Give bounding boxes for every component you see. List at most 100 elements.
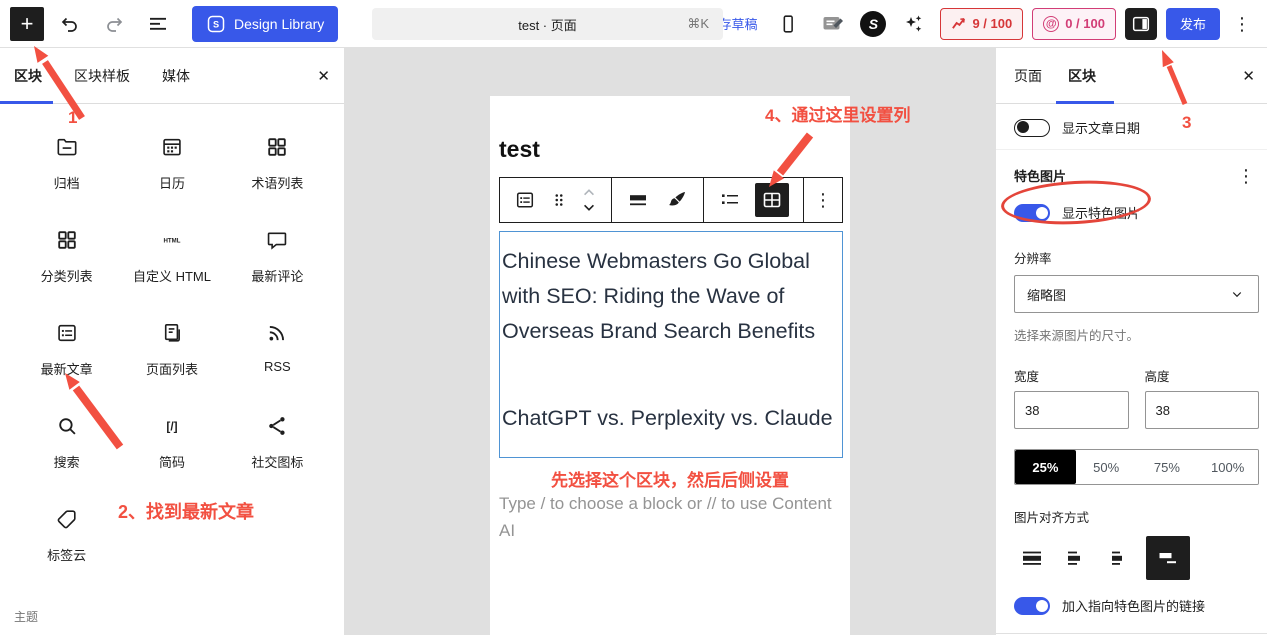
pages-icon [159,320,185,346]
block-item-calendar[interactable]: 日历 [119,130,224,223]
block-item-label: 标签云 [47,545,86,564]
block-toolbar: ⋮ [499,177,843,223]
content-ai-icon: @ [1043,16,1059,32]
block-library-grid: 归档 日历 术语列表 分类列表 HTML 自定义 HTML 最新评论 最新文章 … [0,104,344,595]
block-item-label: 页面列表 [146,359,198,378]
tab-patterns[interactable]: 区块样板 [74,66,130,86]
move-up-down-icons[interactable] [580,185,598,215]
block-item-label: 最新评论 [251,266,303,285]
latest-posts-block-icon[interactable] [513,188,537,212]
resolution-value: 缩略图 [1027,285,1066,304]
active-tab-underline [0,101,53,104]
width-input[interactable] [1014,391,1129,429]
block-item-label: 自定义 HTML [133,266,211,285]
svg-text:S: S [213,19,219,29]
annotation-select-tip: 先选择这个区块，然后后侧设置 [490,466,850,491]
block-item-search[interactable]: 搜索 [14,409,119,502]
align-right-icon[interactable] [1146,536,1190,580]
resolution-label: 分辨率 [1014,248,1259,267]
tab-blocks[interactable]: 区块 [14,66,42,86]
show-post-date-toggle[interactable] [1014,119,1050,137]
selected-latest-posts-block[interactable]: Chinese Webmasters Go Global with SEO: R… [499,231,843,458]
page-preview: test [490,96,850,635]
chevron-down-icon [1228,285,1246,303]
block-item-term-list[interactable]: 术语列表 [225,130,330,223]
block-item-custom-html[interactable]: HTML 自定义 HTML [119,223,224,316]
block-item-page-list[interactable]: 页面列表 [119,316,224,409]
close-settings-icon[interactable]: ✕ [1242,67,1255,85]
size-50-button[interactable]: 50% [1076,450,1137,484]
redo-icon[interactable] [96,6,132,42]
drag-handle-icon[interactable] [550,191,568,209]
command-k-shortcut: ⌘K [687,16,709,32]
editor-top-bar: + S Design Library test · 页面 ⌘K [0,0,1267,48]
undo-icon[interactable] [52,6,88,42]
editor-notes-icon[interactable] [815,6,851,42]
preview-device-icon[interactable] [770,6,806,42]
document-title: test · 页面 [372,15,723,34]
block-item-label: 简码 [159,452,185,471]
seo-score-badge[interactable]: 9 / 100 [940,8,1023,40]
block-item-tag-cloud[interactable]: 标签云 [14,502,119,595]
page-title[interactable]: test [499,136,850,163]
settings-sidebar: 页面 区块 ✕ 显示文章日期 特色图片 ⋮ 显示特色图片 分辨率 缩略图 选择来… [995,48,1267,635]
align-left-icon[interactable] [1058,540,1094,576]
align-center-icon[interactable] [1102,540,1138,576]
block-item-archives[interactable]: 归档 [14,130,119,223]
options-kebab-icon[interactable]: ⋮ [1229,15,1255,33]
block-item-rss[interactable]: RSS [225,316,330,409]
link-featured-image-toggle[interactable] [1014,597,1050,615]
toolbar-group-move [500,178,612,222]
tab-page[interactable]: 页面 [1014,66,1042,86]
block-appender-placeholder[interactable]: Type / to choose a block or // to use Co… [499,490,839,544]
grid-icon [54,227,80,253]
featured-image-kebab-icon[interactable]: ⋮ [1233,167,1259,185]
align-icon[interactable] [626,188,650,212]
block-item-shortcode[interactable]: [/] 简码 [119,409,224,502]
resolution-select[interactable]: 缩略图 [1014,275,1259,313]
size-25-button[interactable]: 25% [1015,450,1076,484]
calendar-icon [159,134,185,160]
resolution-help-text: 选择来源图片的尺寸。 [1014,325,1259,344]
tab-media[interactable]: 媒体 [162,66,190,86]
active-settings-tab-underline [1056,101,1114,104]
document-switcher[interactable]: test · 页面 ⌘K [372,8,723,40]
block-item-category-list[interactable]: 分类列表 [14,223,119,316]
styles-brush-icon[interactable] [665,188,689,212]
design-library-button[interactable]: S Design Library [192,6,338,42]
block-item-latest-comments[interactable]: 最新评论 [225,223,330,316]
block-item-latest-posts[interactable]: 最新文章 [14,316,119,409]
latest-posts-icon [54,320,80,346]
align-none-icon[interactable] [1014,540,1050,576]
block-item-label: 搜索 [54,452,80,471]
grid-layout-icon[interactable] [755,183,789,217]
show-post-date-label: 显示文章日期 [1062,118,1140,137]
theme-section-label: 主题 [14,608,38,625]
settings-panel-toggle-button[interactable] [1125,8,1157,40]
close-inserter-icon[interactable]: ✕ [317,67,330,85]
block-options-kebab-icon[interactable]: ⋮ [810,191,836,209]
size-100-button[interactable]: 100% [1197,450,1258,484]
show-featured-image-row: 显示特色图片 [1014,203,1259,222]
size-75-button[interactable]: 75% [1137,450,1198,484]
toolbar-group-more: ⋮ [804,178,842,222]
block-inserter-button[interactable]: + [10,7,44,41]
ai-sparkles-icon[interactable] [895,6,931,42]
block-item-label: 社交图标 [251,452,303,471]
show-post-date-row: 显示文章日期 [1014,118,1259,137]
featured-image-section-header: 特色图片 ⋮ [1014,166,1259,185]
block-inserter-panel: 区块 区块样板 媒体 ✕ 归档 日历 术语列表 分类列表 HTML 自定义 HT… [0,48,345,635]
link-featured-image-row: 加入指向特色图片的链接 [1014,596,1259,615]
show-featured-image-toggle[interactable] [1014,204,1050,222]
content-ai-badge[interactable]: @ 0 / 100 [1032,8,1116,40]
list-layout-icon[interactable] [718,188,742,212]
divider [996,149,1267,150]
height-input[interactable] [1145,391,1260,429]
tab-block[interactable]: 区块 [1068,66,1096,86]
publish-button[interactable]: 发布 [1166,8,1220,40]
list-view-icon[interactable] [140,6,176,42]
spectra-icon[interactable]: S [860,11,886,37]
toolbar-group-style [612,178,704,222]
sidebar-toggle-icon [1130,13,1152,35]
block-item-social-icons[interactable]: 社交图标 [225,409,330,502]
